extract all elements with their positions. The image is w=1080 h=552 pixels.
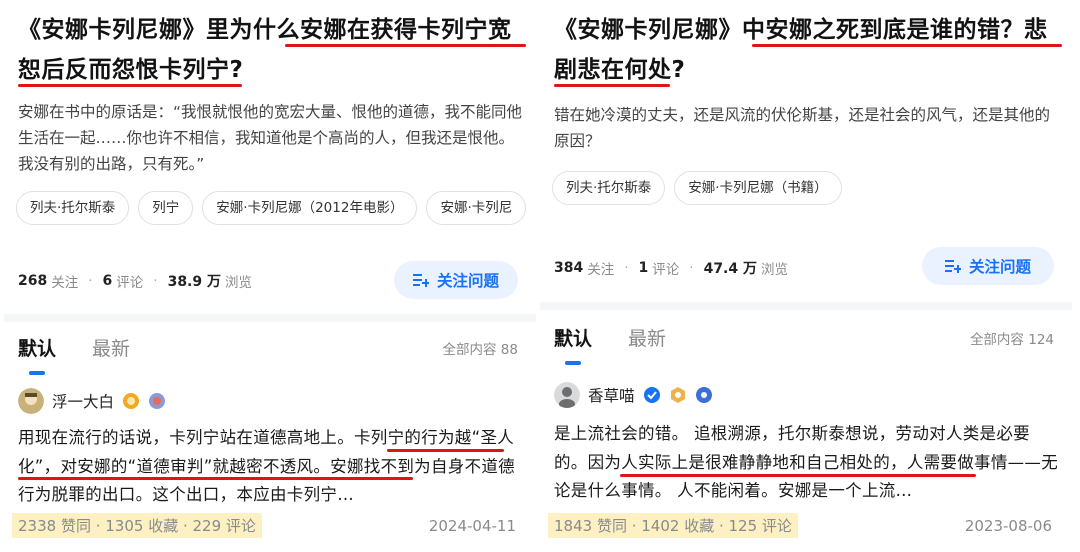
answer-excerpt[interactable]: 是上流社会的错。 追根溯源，托尔斯泰想说，劳动对人类是必要的。因为人实际上是很难… xyxy=(554,420,1062,506)
follow-question-button[interactable]: 关注问题 xyxy=(394,261,518,299)
answer-date: 2024-04-11 xyxy=(428,516,516,535)
answer-card: 默认 最新 全部内容 124 香草喵 是上流社会的错。 追根溯源，托尔斯泰想说，… xyxy=(540,310,1072,552)
red-underline xyxy=(752,44,1062,47)
red-underline xyxy=(554,84,670,87)
question-title[interactable]: 《安娜卡列尼娜》中安娜之死到底是谁的错？悲 剧悲在何处? xyxy=(554,10,1062,90)
answer-card: 默认 最新 全部内容 88 浮一大白 用现在流行的话说，卡列宁站在道德高地上。卡… xyxy=(4,322,536,552)
answer-excerpt[interactable]: 用现在流行的话说，卡列宁站在道德高地上。卡列宁的行为越“圣人化”，对安娜的“道德… xyxy=(18,424,526,510)
tab-default[interactable]: 默认 xyxy=(554,324,592,365)
medal-icon xyxy=(149,393,166,409)
answer-meta: 1843 赞同 · 1402 收藏 · 125 评论 2023-08-06 xyxy=(548,513,1052,538)
red-underline xyxy=(285,44,526,47)
answer-author[interactable]: 浮一大白 xyxy=(18,388,166,414)
tab-latest[interactable]: 最新 xyxy=(92,334,130,361)
underlined-phrase: 剧悲在何处? xyxy=(554,57,686,83)
topic-tag[interactable]: 安娜·卡列尼娜（2012年电影） xyxy=(202,191,418,225)
right-panel: 《安娜卡列尼娜》中安娜之死到底是谁的错？悲 剧悲在何处? 错在她冷漠的丈夫，还是… xyxy=(540,0,1072,552)
underlined-phrase: 中安娜之死到底是谁的错？悲 xyxy=(742,17,1048,43)
topic-tag[interactable]: 列宁 xyxy=(138,191,194,225)
view-count: 47.4 万 xyxy=(703,261,757,277)
avatar[interactable] xyxy=(18,388,44,414)
comment-count: 6 xyxy=(102,273,113,289)
answer-date: 2023-08-06 xyxy=(964,516,1052,535)
topic-tag[interactable]: 列夫·托尔斯泰 xyxy=(16,191,130,225)
question-title[interactable]: 《安娜卡列尼娜》里为什么安娜在获得卡列宁宽 恕后反而怨恨卡列宁? xyxy=(18,10,526,90)
red-underline xyxy=(387,449,504,452)
question-card: 《安娜卡列尼娜》中安娜之死到底是谁的错？悲 剧悲在何处? 错在她冷漠的丈夫，还是… xyxy=(540,0,1072,302)
answer-author[interactable]: 香草喵 xyxy=(554,382,713,408)
tab-default[interactable]: 默认 xyxy=(18,334,56,375)
question-card: 《安娜卡列尼娜》里为什么安娜在获得卡列宁宽 恕后反而怨恨卡列宁? 安娜在书中的原… xyxy=(4,0,536,314)
question-stats: 384 关注 · 1 评论 · 47.4 万浏览 xyxy=(554,260,788,278)
view-count: 38.9 万 xyxy=(167,274,221,290)
list-plus-icon xyxy=(412,274,429,287)
tab-latest[interactable]: 最新 xyxy=(628,324,666,351)
hexagon-badge-icon xyxy=(670,387,685,403)
comment-count: 1 xyxy=(638,260,649,276)
left-panel: 《安娜卡列尼娜》里为什么安娜在获得卡列宁宽 恕后反而怨恨卡列宁? 安娜在书中的原… xyxy=(4,0,536,552)
underlined-phrase: 安娜在获得卡列宁宽 xyxy=(300,17,512,43)
answer-tabs: 默认 最新 xyxy=(554,324,666,365)
topic-tag[interactable]: 安娜·卡列尼娜（书籍） xyxy=(674,171,842,205)
answer-meta: 2338 赞同 · 1305 收藏 · 229 评论 2024-04-11 xyxy=(12,513,516,538)
underlined-phrase: 因为人实际上是很难静静地和自己相处的 xyxy=(587,452,891,472)
question-excerpt: 安娜在书中的原话是：“我恨就恨他的宽宏大量、恨他的道德，我不能同他生活在一起……… xyxy=(18,103,523,173)
avatar[interactable] xyxy=(554,382,580,408)
gear-badge-icon xyxy=(695,387,712,403)
author-name[interactable]: 香草喵 xyxy=(588,384,635,406)
topic-tag[interactable]: 安娜·卡列尼 xyxy=(426,191,527,225)
topic-tags: 列夫·托尔斯泰 列宁 安娜·卡列尼娜（2012年电影） 安娜·卡列尼 xyxy=(16,191,536,225)
question-excerpt: 错在她冷漠的丈夫，还是风流的伏伦斯基，还是社会的风气，还是其他的原因？ xyxy=(554,106,1051,150)
follow-count: 268 xyxy=(18,273,48,289)
verified-icon xyxy=(643,387,660,403)
topic-tag[interactable]: 列夫·托尔斯泰 xyxy=(552,171,666,205)
answer-tabs: 默认 最新 xyxy=(18,334,130,375)
follow-question-button[interactable]: 关注问题 xyxy=(922,247,1054,285)
follow-count: 384 xyxy=(554,260,584,276)
active-tab-indicator xyxy=(29,371,45,375)
answer-stats: 2338 赞同 · 1305 收藏 · 229 评论 xyxy=(12,513,262,538)
answer-stats: 1843 赞同 · 1402 收藏 · 125 评论 xyxy=(548,513,798,538)
red-underline xyxy=(620,474,976,477)
author-name[interactable]: 浮一大白 xyxy=(52,390,114,412)
active-tab-indicator xyxy=(565,361,581,365)
gold-badge-icon xyxy=(123,393,140,409)
all-content-count: 全部内容 88 xyxy=(442,342,518,358)
underlined-phrase: 恕后反而怨恨卡列宁? xyxy=(18,57,244,83)
list-plus-icon xyxy=(944,260,961,273)
topic-tags: 列夫·托尔斯泰 安娜·卡列尼娜（书籍） xyxy=(552,171,1072,205)
red-underline xyxy=(18,477,413,480)
red-underline xyxy=(18,84,242,87)
all-content-count: 全部内容 124 xyxy=(969,332,1054,348)
question-stats: 268 关注 · 6 评论 · 38.9 万浏览 xyxy=(18,273,252,291)
